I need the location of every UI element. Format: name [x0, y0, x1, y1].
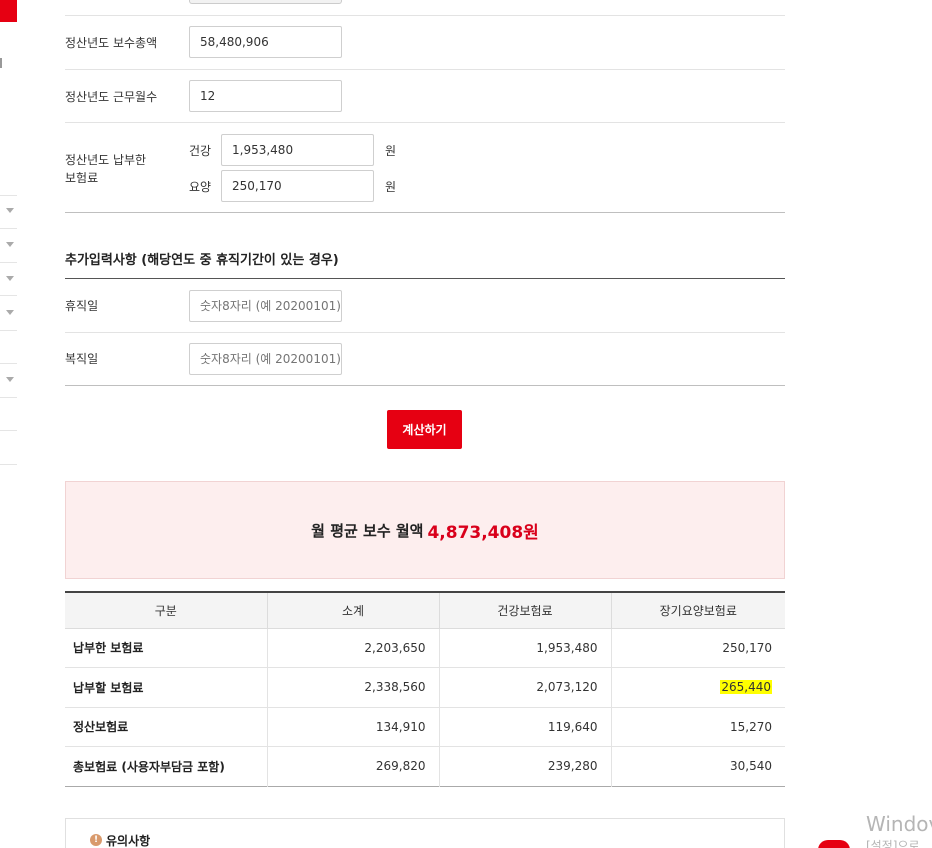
- care-insurance-input[interactable]: [221, 170, 374, 202]
- health-unit: 원: [385, 144, 397, 158]
- row-header: 정산보험료: [65, 707, 268, 747]
- table-cell: 2,073,120: [439, 667, 612, 708]
- chevron-down-icon[interactable]: [6, 377, 14, 382]
- return-date-input[interactable]: [189, 343, 342, 375]
- total-pay-label: 정산년도 보수총액: [65, 36, 158, 50]
- result-value: 4,873,408원: [427, 522, 539, 543]
- calculate-button[interactable]: 계산하기: [387, 410, 462, 449]
- sidebar-divider: [0, 262, 17, 263]
- table-row: 납부한 보험료 2,203,650 1,953,480 250,170: [65, 628, 785, 668]
- form-divider: [65, 15, 785, 16]
- notice-box: ! 유의사항: [65, 818, 785, 848]
- form-divider: [65, 69, 785, 70]
- paid-insurance-label-line2: 보험료: [65, 171, 99, 185]
- sidebar-active-tab[interactable]: [0, 0, 17, 22]
- highlighted-value: 265,440: [720, 680, 772, 695]
- column-header: 구분: [65, 592, 268, 629]
- column-header: 건강보험료: [439, 592, 612, 629]
- care-unit: 원: [385, 180, 397, 194]
- left-sidebar: [0, 0, 18, 470]
- sidebar-divider: [0, 464, 17, 465]
- sidebar-divider: [0, 195, 17, 196]
- table-cell: 265,440: [611, 667, 785, 708]
- leave-date-input[interactable]: [189, 290, 342, 322]
- health-insurance-input[interactable]: [221, 134, 374, 166]
- form-divider: [65, 385, 785, 386]
- table-cell: 2,203,650: [267, 628, 440, 668]
- form-divider: [65, 122, 785, 123]
- sidebar-divider: [0, 430, 17, 431]
- work-months-input[interactable]: [189, 80, 342, 112]
- sidebar-divider: [0, 363, 17, 364]
- insurance-table: 구분 소계 건강보험료 장기요양보험료 납부한 보험료 2,203,650 1,…: [65, 591, 785, 787]
- sidebar-divider: [0, 330, 17, 331]
- table-row: 총보험료 (사용자부담금 포함) 269,820 239,280 30,540: [65, 746, 785, 786]
- chevron-down-icon[interactable]: [6, 276, 14, 281]
- chevron-down-icon[interactable]: [6, 208, 14, 213]
- table-cell: 239,280: [439, 746, 612, 786]
- return-date-label: 복직일: [65, 352, 99, 366]
- total-pay-input[interactable]: [189, 26, 342, 58]
- previous-input-field[interactable]: [189, 0, 342, 4]
- table-cell: 30,540: [730, 759, 772, 774]
- table-cell: 250,170: [611, 628, 785, 668]
- table-cell: 1,953,480: [439, 628, 612, 668]
- chevron-down-icon[interactable]: [6, 242, 14, 247]
- form-divider: [65, 332, 785, 333]
- exclamation-icon: !: [90, 834, 102, 846]
- result-label: 월 평균 보수 월액: [311, 521, 424, 540]
- sidebar-divider: [0, 228, 17, 229]
- form-divider: [65, 212, 785, 213]
- table-cell: 269,820: [267, 746, 440, 786]
- table-header-row: 구분 소계 건강보험료 장기요양보험료: [65, 592, 785, 629]
- chevron-down-icon[interactable]: [6, 310, 14, 315]
- column-header: 소계: [267, 592, 440, 629]
- floating-button[interactable]: [818, 840, 850, 848]
- paid-insurance-label-line1: 정산년도 납부한: [65, 153, 147, 167]
- windows-activation-subtext: [설정]으로: [866, 839, 920, 848]
- leave-date-label: 휴직일: [65, 299, 99, 313]
- row-header: 납부할 보험료: [65, 667, 268, 708]
- column-header: 장기요양보험료: [611, 592, 785, 629]
- result-box: 월 평균 보수 월액 4,873,408원: [65, 481, 785, 579]
- care-label: 요양: [189, 180, 212, 194]
- table-cell: 119,640: [439, 707, 612, 747]
- sidebar-divider: [0, 295, 17, 296]
- row-header: 납부한 보험료: [65, 628, 268, 668]
- health-label: 건강: [189, 144, 212, 158]
- table-cell: 2,338,560: [267, 667, 440, 708]
- table-cell: 134,910: [267, 707, 440, 747]
- windows-activation-text: Windov: [866, 812, 932, 836]
- sidebar-divider: [0, 397, 17, 398]
- extra-section-title: 추가입력사항 (해당연도 중 휴직기간이 있는 경우): [65, 253, 339, 268]
- sidebar-tick: [0, 58, 2, 68]
- row-header: 총보험료 (사용자부담금 포함): [65, 746, 268, 786]
- table-cell: 15,270: [611, 707, 785, 747]
- section-divider: [65, 278, 785, 279]
- work-months-label: 정산년도 근무월수: [65, 90, 158, 104]
- notice-title: 유의사항: [106, 834, 151, 848]
- table-row: 납부할 보험료 2,338,560 2,073,120 265,440: [65, 667, 785, 708]
- table-row: 정산보험료 134,910 119,640 15,270: [65, 707, 785, 747]
